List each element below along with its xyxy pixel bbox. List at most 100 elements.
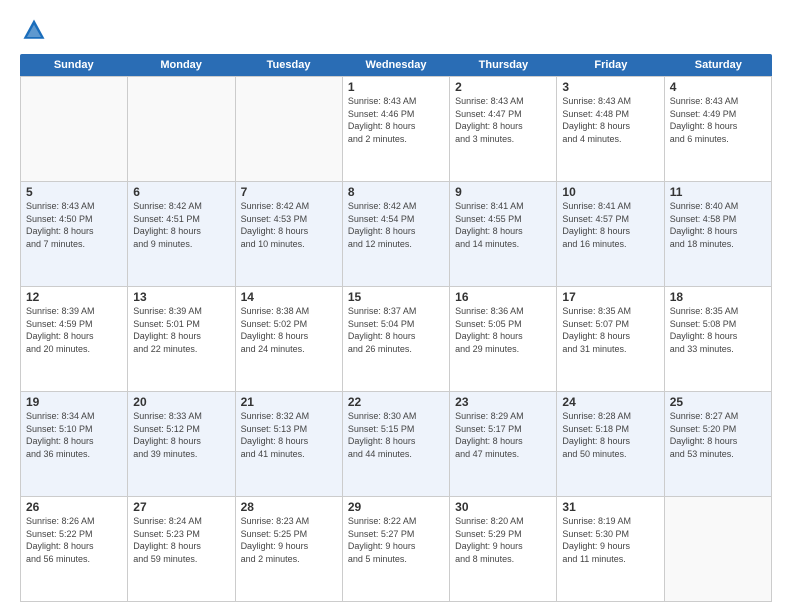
day-number: 4 [670,80,766,94]
day-number: 23 [455,395,551,409]
calendar-cell: 11Sunrise: 8:40 AM Sunset: 4:58 PM Dayli… [665,182,772,286]
calendar-cell: 17Sunrise: 8:35 AM Sunset: 5:07 PM Dayli… [557,287,664,391]
page: SundayMondayTuesdayWednesdayThursdayFrid… [0,0,792,612]
calendar-cell: 19Sunrise: 8:34 AM Sunset: 5:10 PM Dayli… [21,392,128,496]
day-info: Sunrise: 8:24 AM Sunset: 5:23 PM Dayligh… [133,515,229,565]
calendar: SundayMondayTuesdayWednesdayThursdayFrid… [20,54,772,602]
calendar-cell: 4Sunrise: 8:43 AM Sunset: 4:49 PM Daylig… [665,77,772,181]
calendar-cell: 22Sunrise: 8:30 AM Sunset: 5:15 PM Dayli… [343,392,450,496]
day-number: 10 [562,185,658,199]
logo [20,16,54,44]
day-info: Sunrise: 8:39 AM Sunset: 4:59 PM Dayligh… [26,305,122,355]
day-info: Sunrise: 8:29 AM Sunset: 5:17 PM Dayligh… [455,410,551,460]
calendar-week: 19Sunrise: 8:34 AM Sunset: 5:10 PM Dayli… [20,392,772,497]
day-number: 30 [455,500,551,514]
weekday-header: Friday [557,54,664,76]
weekday-header: Thursday [450,54,557,76]
calendar-cell: 13Sunrise: 8:39 AM Sunset: 5:01 PM Dayli… [128,287,235,391]
calendar-cell: 21Sunrise: 8:32 AM Sunset: 5:13 PM Dayli… [236,392,343,496]
day-number: 29 [348,500,444,514]
day-number: 27 [133,500,229,514]
calendar-week: 12Sunrise: 8:39 AM Sunset: 4:59 PM Dayli… [20,287,772,392]
calendar-body: 1Sunrise: 8:43 AM Sunset: 4:46 PM Daylig… [20,76,772,602]
day-number: 18 [670,290,766,304]
calendar-cell: 15Sunrise: 8:37 AM Sunset: 5:04 PM Dayli… [343,287,450,391]
day-number: 26 [26,500,122,514]
day-info: Sunrise: 8:35 AM Sunset: 5:08 PM Dayligh… [670,305,766,355]
day-info: Sunrise: 8:35 AM Sunset: 5:07 PM Dayligh… [562,305,658,355]
calendar-cell: 8Sunrise: 8:42 AM Sunset: 4:54 PM Daylig… [343,182,450,286]
day-number: 6 [133,185,229,199]
calendar-header: SundayMondayTuesdayWednesdayThursdayFrid… [20,54,772,76]
calendar-cell: 2Sunrise: 8:43 AM Sunset: 4:47 PM Daylig… [450,77,557,181]
weekday-header: Wednesday [342,54,449,76]
day-info: Sunrise: 8:23 AM Sunset: 5:25 PM Dayligh… [241,515,337,565]
day-number: 16 [455,290,551,304]
day-info: Sunrise: 8:42 AM Sunset: 4:54 PM Dayligh… [348,200,444,250]
day-number: 3 [562,80,658,94]
weekday-header: Monday [127,54,234,76]
day-info: Sunrise: 8:43 AM Sunset: 4:50 PM Dayligh… [26,200,122,250]
calendar-cell: 26Sunrise: 8:26 AM Sunset: 5:22 PM Dayli… [21,497,128,601]
day-info: Sunrise: 8:28 AM Sunset: 5:18 PM Dayligh… [562,410,658,460]
day-number: 22 [348,395,444,409]
day-number: 31 [562,500,658,514]
day-number: 24 [562,395,658,409]
day-number: 8 [348,185,444,199]
day-info: Sunrise: 8:41 AM Sunset: 4:55 PM Dayligh… [455,200,551,250]
day-info: Sunrise: 8:19 AM Sunset: 5:30 PM Dayligh… [562,515,658,565]
day-number: 15 [348,290,444,304]
day-info: Sunrise: 8:42 AM Sunset: 4:53 PM Dayligh… [241,200,337,250]
day-info: Sunrise: 8:42 AM Sunset: 4:51 PM Dayligh… [133,200,229,250]
day-info: Sunrise: 8:43 AM Sunset: 4:48 PM Dayligh… [562,95,658,145]
calendar-cell [236,77,343,181]
day-number: 12 [26,290,122,304]
calendar-cell: 14Sunrise: 8:38 AM Sunset: 5:02 PM Dayli… [236,287,343,391]
day-number: 11 [670,185,766,199]
day-info: Sunrise: 8:32 AM Sunset: 5:13 PM Dayligh… [241,410,337,460]
day-number: 1 [348,80,444,94]
calendar-week: 1Sunrise: 8:43 AM Sunset: 4:46 PM Daylig… [20,76,772,182]
calendar-week: 26Sunrise: 8:26 AM Sunset: 5:22 PM Dayli… [20,497,772,602]
calendar-cell: 31Sunrise: 8:19 AM Sunset: 5:30 PM Dayli… [557,497,664,601]
day-number: 28 [241,500,337,514]
calendar-cell: 29Sunrise: 8:22 AM Sunset: 5:27 PM Dayli… [343,497,450,601]
day-number: 13 [133,290,229,304]
calendar-cell: 7Sunrise: 8:42 AM Sunset: 4:53 PM Daylig… [236,182,343,286]
calendar-cell [21,77,128,181]
day-info: Sunrise: 8:37 AM Sunset: 5:04 PM Dayligh… [348,305,444,355]
day-number: 2 [455,80,551,94]
calendar-cell: 3Sunrise: 8:43 AM Sunset: 4:48 PM Daylig… [557,77,664,181]
day-number: 21 [241,395,337,409]
day-info: Sunrise: 8:39 AM Sunset: 5:01 PM Dayligh… [133,305,229,355]
calendar-cell [665,497,772,601]
day-info: Sunrise: 8:40 AM Sunset: 4:58 PM Dayligh… [670,200,766,250]
day-number: 17 [562,290,658,304]
day-info: Sunrise: 8:26 AM Sunset: 5:22 PM Dayligh… [26,515,122,565]
day-number: 7 [241,185,337,199]
logo-icon [20,16,48,44]
day-info: Sunrise: 8:43 AM Sunset: 4:47 PM Dayligh… [455,95,551,145]
day-info: Sunrise: 8:30 AM Sunset: 5:15 PM Dayligh… [348,410,444,460]
day-info: Sunrise: 8:34 AM Sunset: 5:10 PM Dayligh… [26,410,122,460]
day-number: 14 [241,290,337,304]
calendar-cell: 16Sunrise: 8:36 AM Sunset: 5:05 PM Dayli… [450,287,557,391]
day-info: Sunrise: 8:41 AM Sunset: 4:57 PM Dayligh… [562,200,658,250]
day-info: Sunrise: 8:33 AM Sunset: 5:12 PM Dayligh… [133,410,229,460]
calendar-cell: 30Sunrise: 8:20 AM Sunset: 5:29 PM Dayli… [450,497,557,601]
day-info: Sunrise: 8:27 AM Sunset: 5:20 PM Dayligh… [670,410,766,460]
calendar-cell: 9Sunrise: 8:41 AM Sunset: 4:55 PM Daylig… [450,182,557,286]
day-number: 20 [133,395,229,409]
day-info: Sunrise: 8:20 AM Sunset: 5:29 PM Dayligh… [455,515,551,565]
day-info: Sunrise: 8:22 AM Sunset: 5:27 PM Dayligh… [348,515,444,565]
calendar-cell: 24Sunrise: 8:28 AM Sunset: 5:18 PM Dayli… [557,392,664,496]
day-info: Sunrise: 8:43 AM Sunset: 4:46 PM Dayligh… [348,95,444,145]
calendar-cell: 28Sunrise: 8:23 AM Sunset: 5:25 PM Dayli… [236,497,343,601]
calendar-cell: 20Sunrise: 8:33 AM Sunset: 5:12 PM Dayli… [128,392,235,496]
day-number: 25 [670,395,766,409]
calendar-cell: 25Sunrise: 8:27 AM Sunset: 5:20 PM Dayli… [665,392,772,496]
day-info: Sunrise: 8:43 AM Sunset: 4:49 PM Dayligh… [670,95,766,145]
calendar-cell: 6Sunrise: 8:42 AM Sunset: 4:51 PM Daylig… [128,182,235,286]
weekday-header: Sunday [20,54,127,76]
calendar-cell: 10Sunrise: 8:41 AM Sunset: 4:57 PM Dayli… [557,182,664,286]
